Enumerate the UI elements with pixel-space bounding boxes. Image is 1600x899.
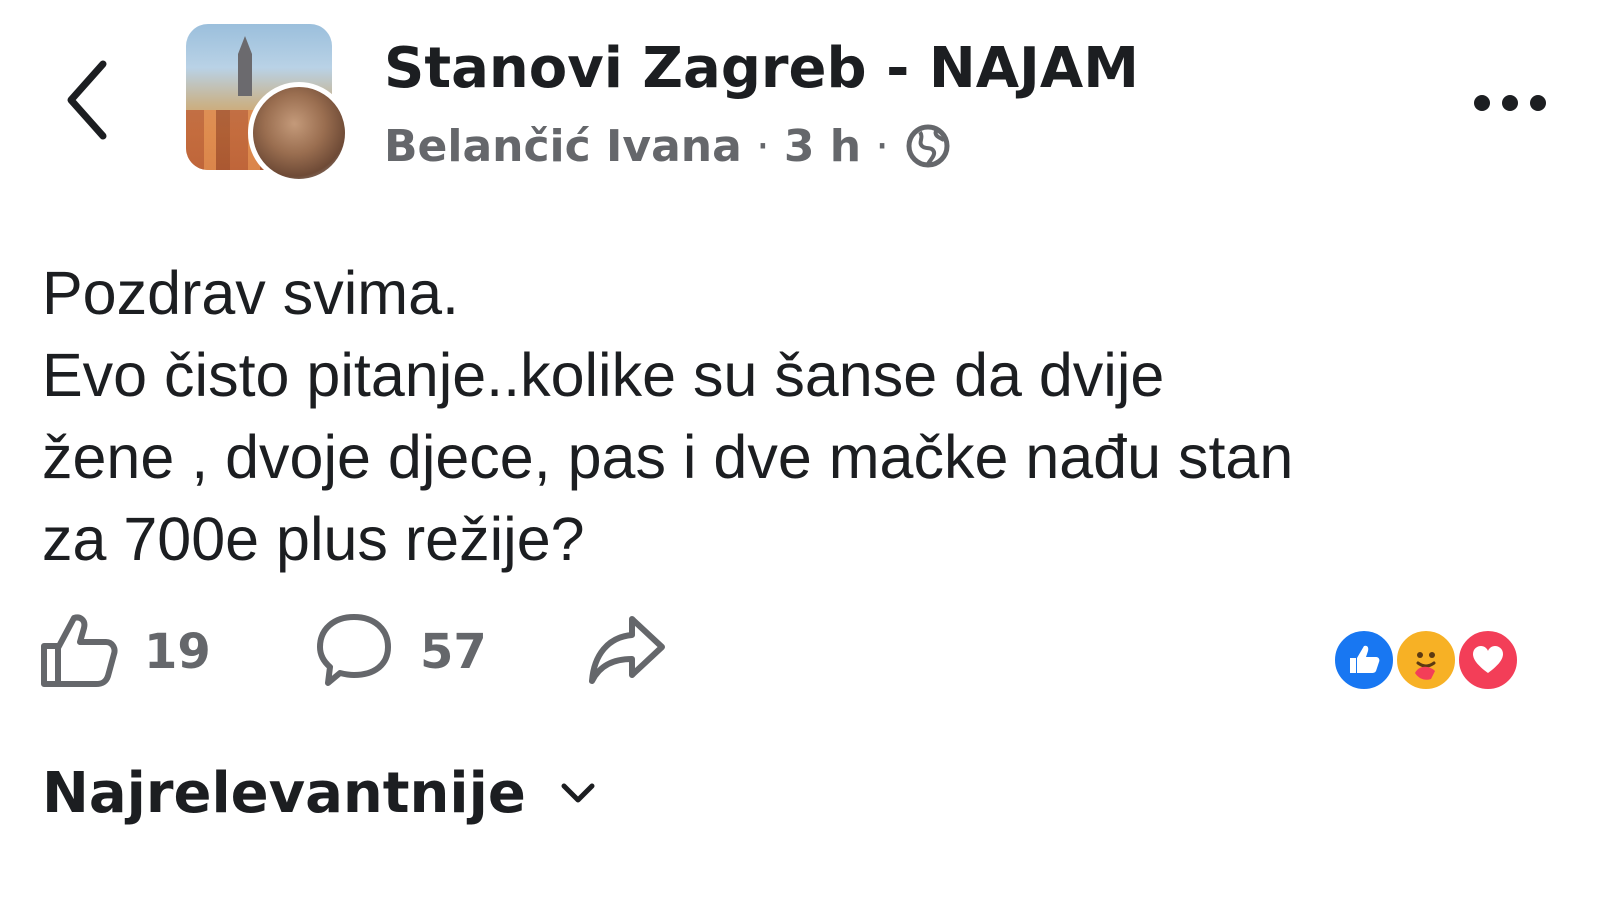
comment-button[interactable]: 57 bbox=[314, 612, 487, 692]
post-line: žene , dvoje djece, pas i dve mačke nađu… bbox=[42, 423, 1294, 491]
thumbs-up-icon bbox=[38, 612, 118, 693]
author-name[interactable]: Belančić Ivana bbox=[384, 121, 742, 172]
share-icon bbox=[586, 613, 668, 692]
more-options-button[interactable] bbox=[1460, 78, 1560, 128]
post-line: Pozdrav svima. bbox=[42, 259, 459, 327]
like-count: 19 bbox=[144, 624, 211, 680]
like-button[interactable]: 19 bbox=[38, 612, 211, 692]
reactions-summary[interactable] bbox=[1332, 628, 1532, 692]
post-text: Pozdrav svima. Evo čisto pitanje..kolike… bbox=[42, 252, 1562, 580]
meta-separator: · bbox=[875, 120, 890, 172]
chevron-down-icon bbox=[560, 782, 596, 804]
globe-icon bbox=[903, 121, 953, 171]
care-reaction-icon bbox=[1394, 628, 1458, 692]
post-line: Evo čisto pitanje..kolike su šanse da dv… bbox=[42, 341, 1165, 409]
group-name[interactable]: Stanovi Zagreb - NAJAM bbox=[384, 36, 1139, 102]
back-button[interactable] bbox=[52, 52, 122, 152]
share-button[interactable] bbox=[586, 612, 668, 692]
meta-separator: · bbox=[755, 120, 770, 172]
like-reaction-icon bbox=[1332, 628, 1396, 692]
comment-icon bbox=[314, 611, 394, 694]
post-line: za 700e plus režije? bbox=[42, 505, 585, 573]
sort-label: Najrelevantnije bbox=[42, 760, 526, 826]
group-avatar[interactable] bbox=[186, 24, 354, 184]
comment-sort-dropdown[interactable]: Najrelevantnije bbox=[42, 758, 596, 828]
post-page: Stanovi Zagreb - NAJAM Belančić Ivana · … bbox=[0, 0, 1600, 899]
more-horizontal-icon bbox=[1474, 95, 1490, 111]
love-reaction-icon bbox=[1456, 628, 1520, 692]
comment-count: 57 bbox=[420, 624, 487, 680]
post-meta: Belančić Ivana · 3 h · bbox=[384, 118, 953, 174]
author-avatar[interactable] bbox=[248, 82, 350, 184]
chevron-left-icon bbox=[65, 60, 109, 145]
post-time[interactable]: 3 h bbox=[784, 121, 861, 172]
